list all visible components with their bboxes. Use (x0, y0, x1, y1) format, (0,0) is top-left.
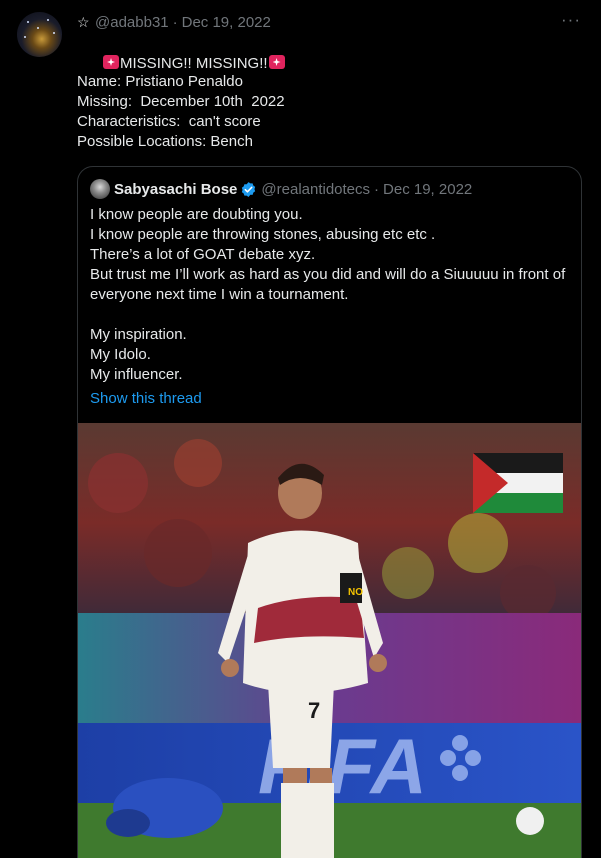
police-light-icon (102, 54, 120, 70)
tweet-line-missing: Missing: December 10th 2022 (77, 93, 285, 110)
svg-text:NO: NO (348, 587, 363, 598)
quoted-text: I know people are doubting you. I know p… (90, 205, 570, 409)
avatar[interactable] (17, 12, 62, 57)
quoted-line: My Idolo. (90, 346, 151, 363)
avatar-sparkle (53, 32, 55, 34)
quoted-line: I know people are throwing stones, abusi… (90, 226, 436, 243)
avatar-sparkle (47, 19, 49, 21)
quoted-separator: · (374, 180, 380, 198)
quoted-line: But trust me I’ll work as hard as you di… (90, 266, 566, 303)
tweet-line-locations: Possible Locations: Bench (77, 133, 253, 150)
quoted-line: I know people are doubting you. (90, 206, 303, 223)
police-light-icon (268, 54, 286, 70)
tweet-date[interactable]: Dec 19, 2022 (182, 14, 271, 31)
verified-badge-icon (240, 181, 257, 198)
quoted-line: My inspiration. (90, 326, 187, 343)
header-separator: · (172, 13, 178, 31)
more-icon[interactable]: ··· (561, 10, 581, 30)
tweet-text: MISSING!! MISSING!! Name: Pristiano Pena… (77, 34, 582, 152)
quoted-author-name[interactable]: Sabyasachi Bose (114, 181, 237, 198)
quoted-media-photo[interactable]: FIFA NO 7 (78, 423, 581, 858)
author-handle[interactable]: @adabb31 (95, 14, 169, 31)
quoted-line: There’s a lot of GOAT debate xyz. (90, 246, 316, 263)
tweet-title-line: MISSING!! MISSING!! (77, 34, 582, 72)
tweet-line-name: Name: Pristiano Penaldo (77, 73, 243, 90)
avatar-sparkle (27, 21, 29, 23)
tweet-line-characteristics: Characteristics: can't score (77, 113, 261, 130)
flag (473, 453, 563, 513)
quoted-author-handle[interactable]: @realantidotecs (261, 181, 370, 198)
quoted-avatar[interactable] (90, 179, 110, 199)
quoted-tweet[interactable]: Sabyasachi Bose @realantidotecs · Dec 19… (77, 166, 582, 858)
show-thread-link[interactable]: Show this thread (90, 389, 202, 409)
tweet[interactable]: ☆ @adabb31 · Dec 19, 2022 ··· MISSING!! … (0, 0, 601, 858)
quoted-header: Sabyasachi Bose @realantidotecs · Dec 19… (90, 179, 472, 199)
jersey-number: 7 (308, 698, 320, 723)
tweet-title: MISSING!! MISSING!! (120, 55, 268, 72)
football-player-photo: FIFA NO 7 (78, 423, 581, 858)
avatar-sparkle (24, 36, 26, 38)
avatar-sparkle (37, 27, 39, 29)
star-icon: ☆ (77, 13, 90, 30)
quoted-date[interactable]: Dec 19, 2022 (383, 181, 472, 198)
quoted-line: My influencer. (90, 366, 183, 383)
tweet-header: ☆ @adabb31 · Dec 19, 2022 (77, 12, 271, 32)
